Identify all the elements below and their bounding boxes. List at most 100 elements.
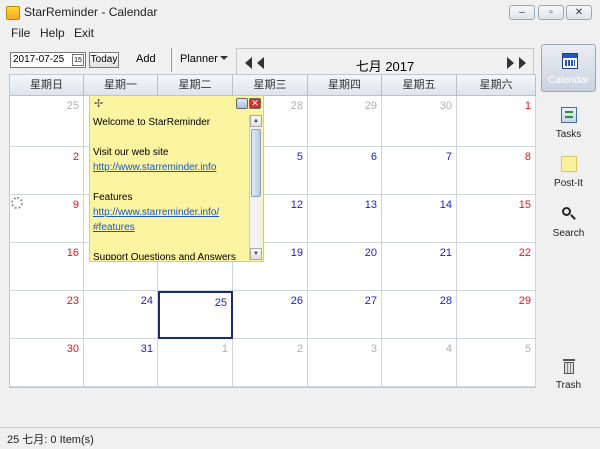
toolbar: 2017-07-25 15 Today Add Planner 七月 2017 bbox=[0, 44, 536, 74]
sidebar-item-tasks[interactable]: Tasks bbox=[541, 99, 596, 147]
menu-bar: File Help Exit bbox=[0, 24, 600, 42]
postit-text[interactable]: Welcome to StarReminder Visit our web sit… bbox=[93, 115, 248, 260]
alarm-gear-icon bbox=[11, 197, 23, 209]
postit-line: Visit our web site bbox=[93, 147, 169, 158]
day-number: 26 bbox=[290, 295, 303, 307]
sidebar-item-calendar[interactable]: Calendar bbox=[541, 44, 596, 92]
day-cell[interactable]: 6 bbox=[308, 147, 382, 195]
day-number: 2 bbox=[296, 343, 303, 355]
day-cell[interactable]: 5 bbox=[457, 339, 536, 387]
day-cell[interactable]: 2 bbox=[233, 339, 308, 387]
weekday-header: 星期五 bbox=[382, 75, 457, 96]
menu-help[interactable]: Help bbox=[40, 26, 65, 40]
status-text: 25 七月: 0 Item(s) bbox=[7, 434, 94, 446]
next-year-icon[interactable] bbox=[519, 57, 526, 69]
postit-header[interactable]: ✢ ✕ bbox=[90, 96, 263, 112]
sidebar-item-label: Post-It bbox=[554, 178, 583, 189]
next-month-icon[interactable] bbox=[507, 57, 514, 69]
sidebar-item-label: Tasks bbox=[555, 129, 582, 140]
sidebar-item-label: Trash bbox=[555, 380, 582, 391]
day-cell[interactable]: 28 bbox=[382, 291, 457, 339]
day-number: 3 bbox=[370, 343, 377, 355]
postit-icon bbox=[561, 156, 577, 172]
day-number: 12 bbox=[290, 199, 303, 211]
day-cell[interactable]: 27 bbox=[308, 291, 382, 339]
day-number: 1 bbox=[524, 100, 531, 112]
add-button[interactable]: Add bbox=[136, 53, 156, 65]
postit-line: Support Questions and Answers bbox=[93, 252, 236, 260]
postit-link[interactable]: #features bbox=[93, 220, 248, 235]
day-cell-today[interactable]: 25 bbox=[158, 291, 233, 339]
day-cell[interactable]: 21 bbox=[382, 243, 457, 291]
restore-button[interactable]: ▫ bbox=[538, 5, 564, 20]
day-cell[interactable]: 29 bbox=[457, 291, 536, 339]
tasks-icon bbox=[561, 107, 577, 123]
menu-file[interactable]: File bbox=[11, 26, 30, 40]
menu-exit[interactable]: Exit bbox=[74, 26, 94, 40]
today-button[interactable]: Today bbox=[89, 52, 119, 68]
day-cell[interactable]: 22 bbox=[457, 243, 536, 291]
day-cell[interactable]: 4 bbox=[382, 339, 457, 387]
day-cell[interactable]: 26 bbox=[233, 291, 308, 339]
day-cell[interactable]: 1 bbox=[457, 96, 536, 147]
day-number: 5 bbox=[296, 151, 303, 163]
postit-note[interactable]: ✢ ✕ Welcome to StarReminder Visit our web… bbox=[89, 95, 264, 262]
day-number: 21 bbox=[439, 247, 452, 259]
day-number: 13 bbox=[364, 199, 377, 211]
day-cell[interactable]: 7 bbox=[382, 147, 457, 195]
day-cell[interactable]: 14 bbox=[382, 195, 457, 243]
day-cell[interactable]: 29 bbox=[308, 96, 382, 147]
month-title: 七月 2017 bbox=[355, 59, 415, 74]
scroll-up-icon[interactable]: ▲ bbox=[250, 115, 262, 127]
search-icon bbox=[561, 206, 577, 222]
postit-line bbox=[93, 235, 248, 250]
day-number: 1 bbox=[221, 343, 228, 355]
scroll-down-icon[interactable]: ▼ bbox=[250, 248, 262, 260]
weekday-header: 星期二 bbox=[158, 75, 233, 96]
day-cell[interactable]: 2 bbox=[10, 147, 84, 195]
postit-link[interactable]: http://www.starreminder.info bbox=[93, 160, 248, 175]
view-select[interactable]: Planner bbox=[180, 53, 218, 65]
day-number: 24 bbox=[140, 295, 153, 307]
day-number: 29 bbox=[364, 100, 377, 112]
close-button[interactable]: ✕ bbox=[566, 5, 592, 20]
day-number: 2 bbox=[72, 151, 79, 163]
minimize-button[interactable]: – bbox=[509, 5, 535, 20]
day-number: 28 bbox=[439, 295, 452, 307]
sidebar-item-search[interactable]: Search bbox=[541, 198, 596, 246]
sidebar-item-postit[interactable]: Post-It bbox=[541, 148, 596, 196]
day-cell[interactable]: 23 bbox=[10, 291, 84, 339]
day-cell[interactable]: 30 bbox=[382, 96, 457, 147]
postit-close-icon[interactable]: ✕ bbox=[249, 98, 261, 109]
postit-line: Features bbox=[93, 192, 133, 203]
day-cell[interactable]: 20 bbox=[308, 243, 382, 291]
postit-scrollbar[interactable]: ▲ ▼ bbox=[249, 115, 262, 260]
sidebar-item-trash[interactable]: Trash bbox=[541, 350, 596, 398]
weekday-header: 星期日 bbox=[10, 75, 84, 96]
move-icon[interactable]: ✢ bbox=[94, 97, 103, 110]
day-cell[interactable]: 16 bbox=[10, 243, 84, 291]
day-cell[interactable]: 31 bbox=[84, 339, 158, 387]
scroll-thumb[interactable] bbox=[251, 129, 261, 197]
weekday-header: 星期六 bbox=[457, 75, 536, 96]
postit-options-icon[interactable] bbox=[236, 98, 248, 109]
day-cell[interactable]: 1 bbox=[158, 339, 233, 387]
month-navigation: 七月 2017 bbox=[236, 48, 534, 74]
day-number: 22 bbox=[518, 247, 531, 259]
day-cell[interactable]: 25 bbox=[10, 96, 84, 147]
sidebar: Calendar Tasks Post-It Search Trash bbox=[538, 44, 600, 424]
day-number: 6 bbox=[370, 151, 377, 163]
date-field[interactable]: 2017-07-25 15 bbox=[10, 52, 86, 68]
day-number: 28 bbox=[290, 100, 303, 112]
window-title: StarReminder - Calendar bbox=[24, 5, 158, 19]
day-cell[interactable]: 24 bbox=[84, 291, 158, 339]
day-cell[interactable]: 3 bbox=[308, 339, 382, 387]
day-cell[interactable]: 30 bbox=[10, 339, 84, 387]
chevron-down-icon[interactable] bbox=[220, 56, 228, 60]
day-cell[interactable]: 15 bbox=[457, 195, 536, 243]
postit-link[interactable]: http://www.starreminder.info/ bbox=[93, 205, 248, 220]
day-cell[interactable]: 13 bbox=[308, 195, 382, 243]
day-cell[interactable]: 8 bbox=[457, 147, 536, 195]
date-picker-icon[interactable]: 15 bbox=[72, 54, 84, 66]
title-bar: StarReminder - Calendar – ▫ ✕ bbox=[0, 0, 600, 24]
